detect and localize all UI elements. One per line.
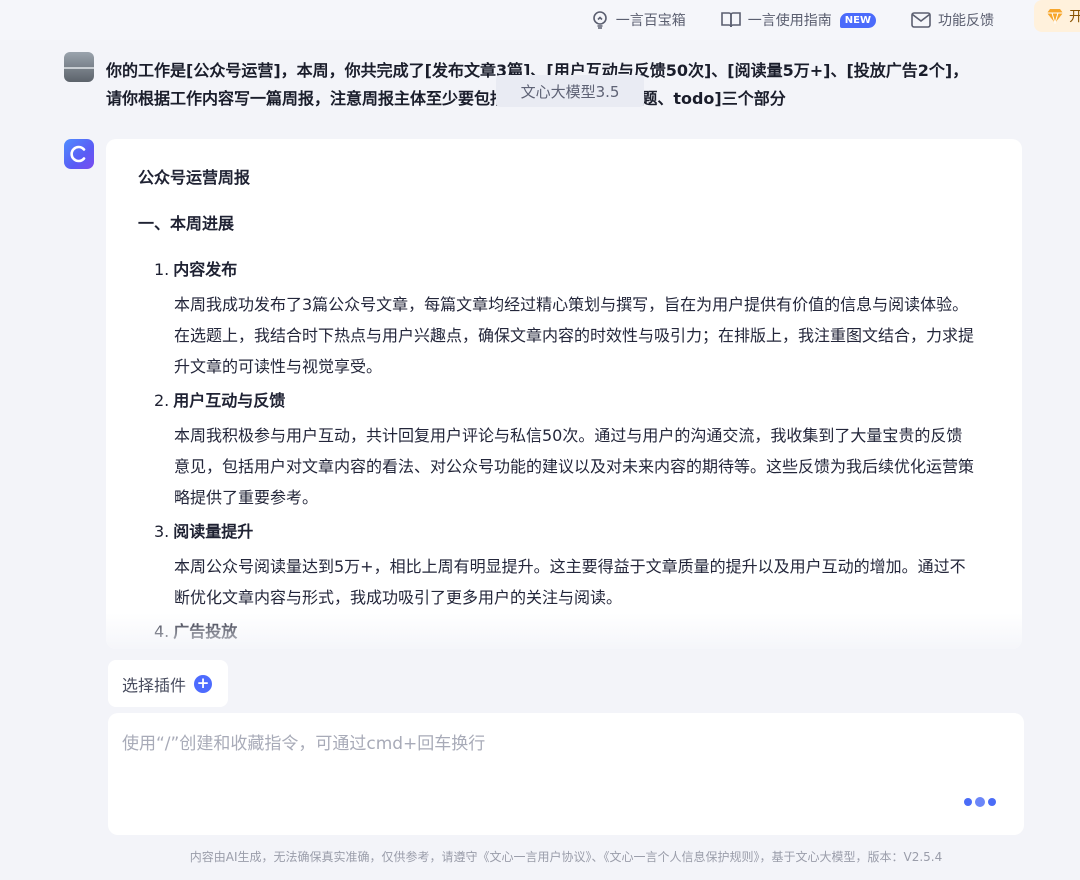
send-dot-icon (964, 798, 972, 806)
item-number: 4. (154, 622, 170, 641)
user-avatar (64, 52, 94, 82)
top-bar: 一言百宝箱 一言使用指南 NEW 功能反馈 开 (0, 0, 1080, 40)
item-title: 内容发布 (173, 260, 238, 279)
bot-avatar (64, 139, 94, 169)
item-number: 1. (154, 260, 170, 279)
guide-link[interactable]: 一言使用指南 NEW (720, 10, 876, 30)
new-badge: NEW (839, 12, 876, 28)
item-title: 用户互动与反馈 (173, 391, 286, 410)
diamond-icon (1047, 9, 1063, 24)
open-vip-button[interactable]: 开 (1034, 0, 1080, 32)
book-icon (720, 12, 741, 28)
item-title: 阅读量提升 (173, 522, 254, 541)
answer-item-heading: 2. 用户互动与反馈 (138, 386, 990, 416)
plus-icon: + (194, 674, 213, 693)
answer-item-heading: 4. 广告投放 (138, 617, 990, 647)
answer-item-heading: 1. 内容发布 (138, 255, 990, 285)
toolbox-label: 一言百宝箱 (615, 13, 686, 29)
send-button[interactable] (964, 797, 996, 807)
select-plugin-button[interactable]: 选择插件 + (108, 660, 228, 707)
item-number: 3. (154, 522, 170, 541)
feedback-link[interactable]: 功能反馈 (910, 10, 994, 30)
bulb-icon (592, 11, 607, 29)
mail-icon (911, 12, 931, 28)
answer-card: 公众号运营周报 一、本周进展 1. 内容发布 本周我成功发布了3篇公众号文章，每篇… (106, 139, 1022, 649)
answer-paragraph: 本周我成功发布了3篇公众号文章，每篇文章均经过精心策划与撰写，旨在为用户提供有价… (174, 295, 975, 376)
toolbox-link[interactable]: 一言百宝箱 (590, 10, 686, 30)
answer-item-heading: 3. 阅读量提升 (138, 517, 990, 547)
model-tooltip: 文心大模型3.5 (496, 75, 644, 107)
select-plugin-label: 选择插件 (122, 675, 187, 695)
answer-section-heading: 一、本周进展 (138, 214, 235, 233)
send-dot-icon (988, 798, 996, 806)
composer (108, 713, 1024, 835)
answer-title: 公众号运营周报 (138, 168, 251, 187)
open-vip-label: 开 (1069, 9, 1080, 25)
ernie-logo-icon (70, 145, 86, 163)
answer-paragraph: 本周公众号阅读量达到5万+，相比上周有明显提升。这主要得益于文章质量的提升以及用… (174, 557, 966, 607)
feedback-label: 功能反馈 (938, 13, 994, 29)
disclaimer-footer: 内容由AI生成，无法确保真实准确，仅供参考，请遵守《文心一言用户协议》、《文心一… (189, 850, 943, 864)
item-title: 广告投放 (173, 622, 238, 641)
item-number: 2. (154, 391, 170, 410)
send-dot-icon (975, 797, 985, 807)
guide-label: 一言使用指南 (747, 13, 832, 29)
prompt-input[interactable] (122, 729, 1002, 789)
answer-paragraph: 本周我积极参与用户互动，共计回复用户评论与私信50次。通过与用户的沟通交流，我收… (174, 426, 975, 507)
